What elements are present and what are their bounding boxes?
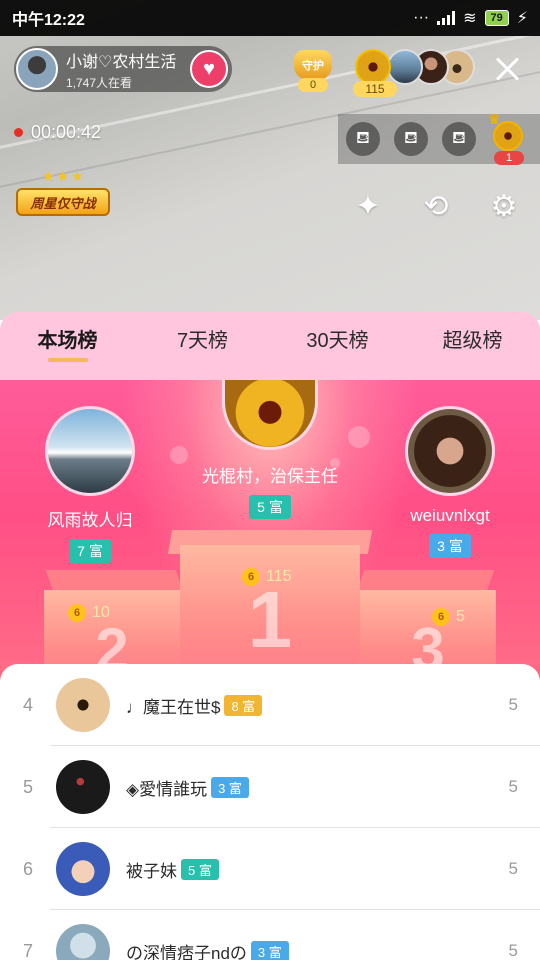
ranking-list: 4 ♩魔王在世$ 8 富 5 5 ◈愛情誰玩 3 富 5 6 被子妹 5 富 5… xyxy=(0,664,540,960)
follow-button[interactable]: ♥ xyxy=(190,50,228,88)
list-name: の深情痞子ndの xyxy=(126,943,247,960)
list-item[interactable]: 6 被子妹 5 富 5 xyxy=(0,828,540,910)
winner-first-name: 光棍村，治保主任 xyxy=(202,467,338,486)
list-name: ♩魔王在世$ xyxy=(126,697,221,717)
status-icons: ··· ≋ 79 ⚡ xyxy=(413,8,528,28)
weekly-star-badge[interactable]: ★★★ 周星仅守战 xyxy=(16,168,110,220)
tab-super[interactable]: 超级榜 xyxy=(405,312,540,380)
second-score: 6 10 xyxy=(68,604,110,622)
magic-wand-icon[interactable]: ✦ xyxy=(348,186,388,226)
winner-third-name: weiuvnlxgt xyxy=(410,506,490,525)
tab-this-show[interactable]: 本场榜 xyxy=(0,312,135,380)
list-score: 5 xyxy=(508,859,518,878)
list-rich-badge: 8 富 xyxy=(224,694,263,716)
list-avatar[interactable] xyxy=(56,678,110,732)
viewer-avatar[interactable] xyxy=(355,49,391,85)
heart-plus-icon: ♥ xyxy=(203,57,215,80)
tab-30-days[interactable]: 30天榜 xyxy=(270,312,405,380)
king-seat[interactable]: ♛ 1 xyxy=(488,111,526,165)
podium-first: 1 xyxy=(180,545,360,680)
winner-third-rich-badge: 3 富 xyxy=(429,534,471,558)
list-rich-badge: 3 富 xyxy=(211,776,249,798)
list-rank: 6 xyxy=(22,858,33,879)
tab-7-days[interactable]: 7天榜 xyxy=(135,312,270,380)
list-name: ◈愛情誰玩 xyxy=(126,779,208,799)
anchor-info[interactable]: 小谢♡农村生活 1,747人在看 ♥ xyxy=(14,46,232,92)
third-score-value: 5 xyxy=(456,608,465,625)
king-seat-badge: 1 xyxy=(494,151,524,165)
sofa-seat-icon[interactable]: ⛾ xyxy=(442,122,476,156)
list-avatar[interactable] xyxy=(56,760,110,814)
coin-icon: 6 xyxy=(242,568,260,586)
charging-icon: ⚡ xyxy=(516,10,528,27)
list-item[interactable]: 4 ♩魔王在世$ 8 富 5 xyxy=(0,664,540,746)
coin-icon: 6 xyxy=(68,604,86,622)
first-score-value: 115 xyxy=(266,568,292,585)
viewer-avatar[interactable] xyxy=(387,49,423,85)
list-item[interactable]: 5 ◈愛情誰玩 3 富 5 xyxy=(0,746,540,828)
podium-area: 2 3 1 6 115 6 10 6 5 光棍村，治保主任 5 富 风雨故人归 … xyxy=(0,380,540,680)
top-viewer-score: 115 xyxy=(353,81,397,97)
winner-first-avatar[interactable] xyxy=(222,380,318,450)
sofa-seat-icon[interactable]: ⛾ xyxy=(346,122,380,156)
ranking-tabs: 本场榜 7天榜 30天榜 超级榜 xyxy=(0,312,540,380)
crown-icon: ♛ xyxy=(488,111,501,127)
live-timer-text: 00:00:42 xyxy=(31,122,102,142)
first-score: 6 115 xyxy=(242,568,292,586)
seat-bar: ⛾ ⛾ ⛾ ♛ 1 xyxy=(338,111,540,165)
winner-third-avatar[interactable] xyxy=(405,406,495,496)
guard-button[interactable]: 守护 0 xyxy=(290,50,336,92)
status-time: 中午12:22 xyxy=(12,12,85,29)
list-item[interactable]: 7 の深情痞子ndの 3 富 5 xyxy=(0,910,540,960)
viewer-count: 1,747人在看 xyxy=(66,75,133,90)
anchor-text: 小谢♡农村生活 1,747人在看 xyxy=(66,48,176,91)
list-score: 5 xyxy=(508,695,518,714)
weekly-star-banner: 周星仅守战 xyxy=(16,188,110,216)
winner-second[interactable]: 风雨故人归 7 富 xyxy=(20,406,160,563)
list-rank: 4 xyxy=(22,694,33,715)
second-score-value: 10 xyxy=(92,604,110,621)
anchor-avatar[interactable] xyxy=(16,48,58,90)
close-icon[interactable] xyxy=(490,52,524,86)
coin-icon: 6 xyxy=(432,608,450,626)
list-score: 5 xyxy=(508,777,518,796)
guard-count: 0 xyxy=(298,78,328,92)
winner-first[interactable]: 光棍村，治保主任 5 富 xyxy=(160,380,380,519)
wifi-icon: ≋ xyxy=(463,10,477,27)
camera-flip-icon[interactable]: ⟲ xyxy=(416,186,456,226)
winner-second-name: 风雨故人归 xyxy=(47,511,133,530)
list-name: 被子妹 xyxy=(126,861,177,881)
list-score: 5 xyxy=(508,941,518,960)
top-viewers[interactable]: 115 xyxy=(353,49,475,99)
sofa-seat-icon[interactable]: ⛾ xyxy=(394,122,428,156)
stars-icon: ★★★ xyxy=(42,168,86,184)
third-score: 6 5 xyxy=(432,608,465,626)
list-rich-badge: 3 富 xyxy=(250,940,289,960)
winner-second-rich-badge: 7 富 xyxy=(69,539,111,563)
gear-icon[interactable]: ⚙ xyxy=(484,186,524,226)
guard-crest-icon: 守护 xyxy=(294,50,332,80)
status-bar: 中午12:22 ··· ≋ 79 ⚡ xyxy=(0,0,540,36)
winner-second-avatar[interactable] xyxy=(45,406,135,496)
more-icon: ··· xyxy=(413,9,430,26)
list-avatar[interactable] xyxy=(56,842,110,896)
recording-dot-icon xyxy=(14,128,23,137)
anchor-name: 小谢♡农村生活 xyxy=(66,53,177,71)
signal-icon xyxy=(437,11,456,25)
list-rank: 7 xyxy=(22,940,33,960)
list-avatar[interactable] xyxy=(56,924,110,960)
live-timer: 00:00:42 xyxy=(14,122,101,143)
list-rank: 5 xyxy=(22,776,33,797)
battery-icon: 79 xyxy=(484,10,509,26)
winner-first-rich-badge: 5 富 xyxy=(249,495,291,519)
list-rich-badge: 5 富 xyxy=(181,858,219,880)
winner-third[interactable]: weiuvnlxgt 3 富 xyxy=(380,406,520,558)
